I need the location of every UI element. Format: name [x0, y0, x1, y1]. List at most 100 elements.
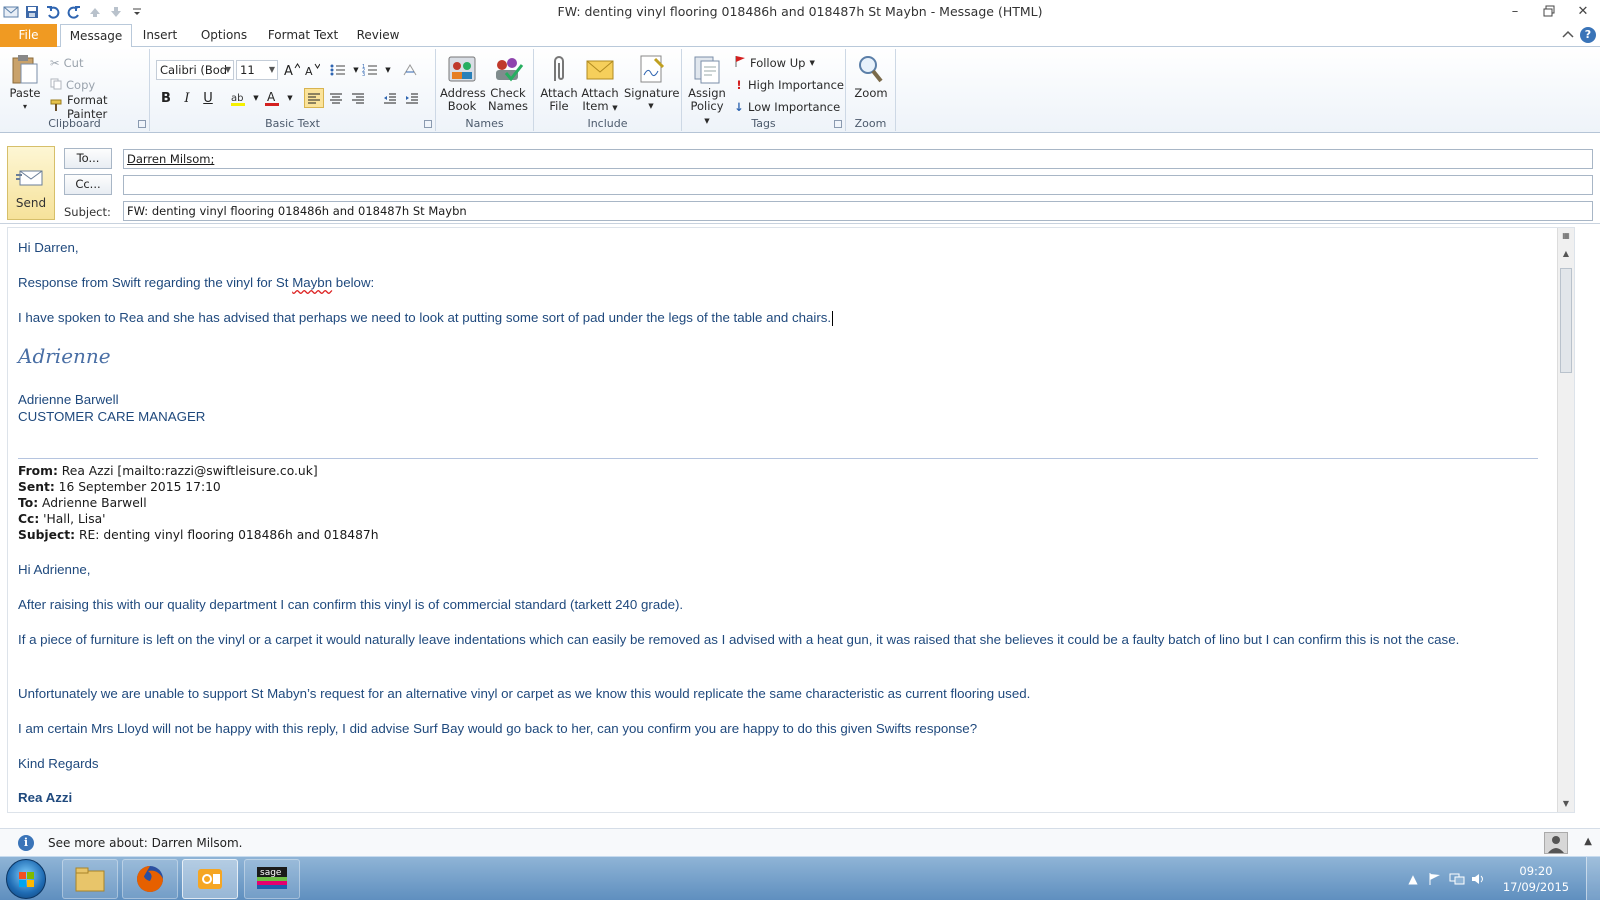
font-name-value: Calibri (Bod	[160, 63, 228, 77]
numbering-icon[interactable]: 123	[360, 60, 380, 80]
title-bar: FW: denting vinyl flooring 018486h and 0…	[0, 0, 1600, 24]
check-names-button[interactable]: Check Names	[486, 53, 530, 113]
align-right-icon[interactable]	[348, 88, 368, 108]
chevron-down-icon: ▼	[809, 59, 815, 67]
send-button[interactable]: Send	[7, 146, 55, 220]
clipboard-group-label: Clipboard	[48, 117, 101, 130]
cut-button[interactable]: ✂ Cut	[50, 54, 83, 72]
scroll-up-icon[interactable]: ▲	[1558, 246, 1574, 262]
volume-icon[interactable]	[1468, 869, 1490, 889]
bullets-icon[interactable]	[328, 60, 348, 80]
basic-text-group-label: Basic Text	[265, 117, 320, 130]
clock[interactable]: 09:20 17/09/2015	[1496, 863, 1576, 895]
vertical-scrollbar[interactable]: ▦ ▲ ▼	[1557, 228, 1574, 812]
fwd-cc-value: 'Hall, Lisa'	[39, 512, 106, 526]
tab-options[interactable]: Options	[194, 24, 254, 47]
tab-message[interactable]: Message	[60, 24, 132, 48]
cc-button[interactable]: Cc...	[64, 174, 112, 195]
font-size-value: 11	[240, 63, 255, 77]
align-center-icon[interactable]	[326, 88, 346, 108]
tab-insert[interactable]: Insert	[136, 24, 184, 47]
zoom-group-label: Zoom	[854, 117, 887, 130]
subject-field[interactable]: FW: denting vinyl flooring 018486h and 0…	[123, 201, 1593, 221]
font-size-combo[interactable]: 11 ▼	[236, 60, 278, 80]
grow-font-icon[interactable]: A	[282, 60, 302, 80]
address-book-button[interactable]: Address Book	[440, 53, 486, 113]
font-color-dropdown-icon[interactable]: ▼	[280, 88, 300, 108]
to-field[interactable]: Darren Milsom;	[123, 149, 1593, 169]
paste-button[interactable]: Paste ▾	[6, 53, 44, 113]
chevron-down-icon: ▼	[268, 65, 275, 74]
increase-indent-icon[interactable]	[402, 88, 422, 108]
expand-people-pane-icon[interactable]: ▲	[1584, 836, 1592, 847]
recipient-chip[interactable]: Darren Milsom;	[127, 152, 214, 166]
svg-text:sage: sage	[260, 868, 282, 878]
minimize-icon[interactable]: –	[1498, 0, 1532, 22]
scroll-thumb[interactable]	[1560, 268, 1572, 373]
fwd-paragraph-3: Unfortunately we are unable to support S…	[18, 686, 1031, 701]
message-header: Send To... Cc... Subject: Darren Milsom;…	[0, 134, 1600, 224]
tags-launcher-icon[interactable]	[834, 120, 842, 128]
copy-button[interactable]: Copy	[50, 76, 95, 94]
tab-review[interactable]: Review	[350, 24, 406, 47]
signature-button[interactable]: Signature ▼	[624, 53, 680, 113]
bold-icon[interactable]: B	[156, 88, 176, 108]
cc-field[interactable]	[123, 175, 1593, 195]
align-left-icon[interactable]	[304, 88, 324, 108]
styles-icon[interactable]	[400, 60, 420, 80]
minimize-ribbon-icon[interactable]	[1562, 28, 1574, 42]
basic-text-launcher-icon[interactable]	[424, 120, 432, 128]
attach-item-button[interactable]: Attach Item ▼	[580, 53, 620, 115]
clipboard-launcher-icon[interactable]	[138, 120, 146, 128]
restore-icon[interactable]	[1532, 0, 1566, 22]
shrink-font-icon[interactable]: A	[302, 60, 322, 80]
misspelled-word[interactable]: Maybn	[292, 275, 332, 290]
attach-file-label-2: File	[549, 99, 569, 113]
signature-label: Signature	[624, 86, 680, 100]
font-color-icon[interactable]: A	[262, 88, 282, 108]
help-icon[interactable]: ?	[1580, 27, 1596, 43]
taskbar-explorer[interactable]	[62, 859, 118, 899]
basic-text-group: Calibri (Bod ▼ 11 ▼ A A ▼ 123 ▼ B I U ab ▼…	[150, 49, 436, 131]
low-importance-button[interactable]: ↓ Low Importance	[734, 98, 840, 116]
network-icon[interactable]	[1446, 869, 1468, 889]
numbering-dropdown-icon[interactable]: ▼	[378, 60, 398, 80]
folder-icon	[75, 867, 105, 892]
taskbar-outlook[interactable]	[182, 859, 238, 899]
taskbar-sage[interactable]: sage	[244, 859, 300, 899]
avatar[interactable]	[1544, 832, 1568, 854]
underline-icon[interactable]: U	[198, 88, 218, 108]
show-desktop-button[interactable]	[1586, 857, 1600, 900]
check-names-icon	[496, 58, 524, 82]
scroll-down-icon[interactable]: ▼	[1558, 796, 1574, 812]
action-center-flag-icon[interactable]	[1424, 869, 1446, 889]
italic-icon[interactable]: I	[177, 88, 197, 108]
ruler-toggle-icon[interactable]: ▦	[1558, 228, 1574, 244]
paste-label: Paste	[9, 86, 41, 100]
tab-file[interactable]: File	[0, 24, 57, 47]
tab-format-text[interactable]: Format Text	[264, 24, 342, 47]
people-pane-text[interactable]: See more about: Darren Milsom.	[48, 836, 242, 850]
decrease-indent-icon[interactable]	[380, 88, 400, 108]
font-name-combo[interactable]: Calibri (Bod ▼	[156, 60, 234, 80]
svg-text:ab: ab	[231, 93, 243, 104]
windows-logo-icon	[19, 872, 34, 887]
follow-up-button[interactable]: Follow Up ▼	[734, 54, 815, 72]
down-arrow-icon: ↓	[734, 100, 744, 114]
close-icon[interactable]: ✕	[1566, 0, 1600, 22]
start-button[interactable]	[6, 859, 46, 899]
zoom-button[interactable]: Zoom	[850, 53, 892, 100]
format-painter-button[interactable]: Format Painter	[50, 93, 149, 121]
taskbar-firefox[interactable]	[122, 859, 178, 899]
highlight-icon[interactable]: ab	[228, 88, 248, 108]
high-importance-button[interactable]: ! High Importance	[734, 76, 844, 94]
attach-file-button[interactable]: Attach File	[540, 53, 578, 113]
svg-text:3: 3	[362, 72, 365, 77]
to-button[interactable]: To...	[64, 148, 112, 169]
body-line-1-pre: Response from Swift regarding the vinyl …	[18, 275, 293, 290]
text-cursor	[832, 310, 834, 326]
message-body[interactable]: Hi Darren, Response from Swift regarding…	[7, 227, 1575, 813]
zoom-group: Zoom Zoom	[846, 49, 896, 131]
show-hidden-icons-icon[interactable]: ▲	[1402, 869, 1424, 889]
magnifier-icon	[859, 56, 883, 83]
